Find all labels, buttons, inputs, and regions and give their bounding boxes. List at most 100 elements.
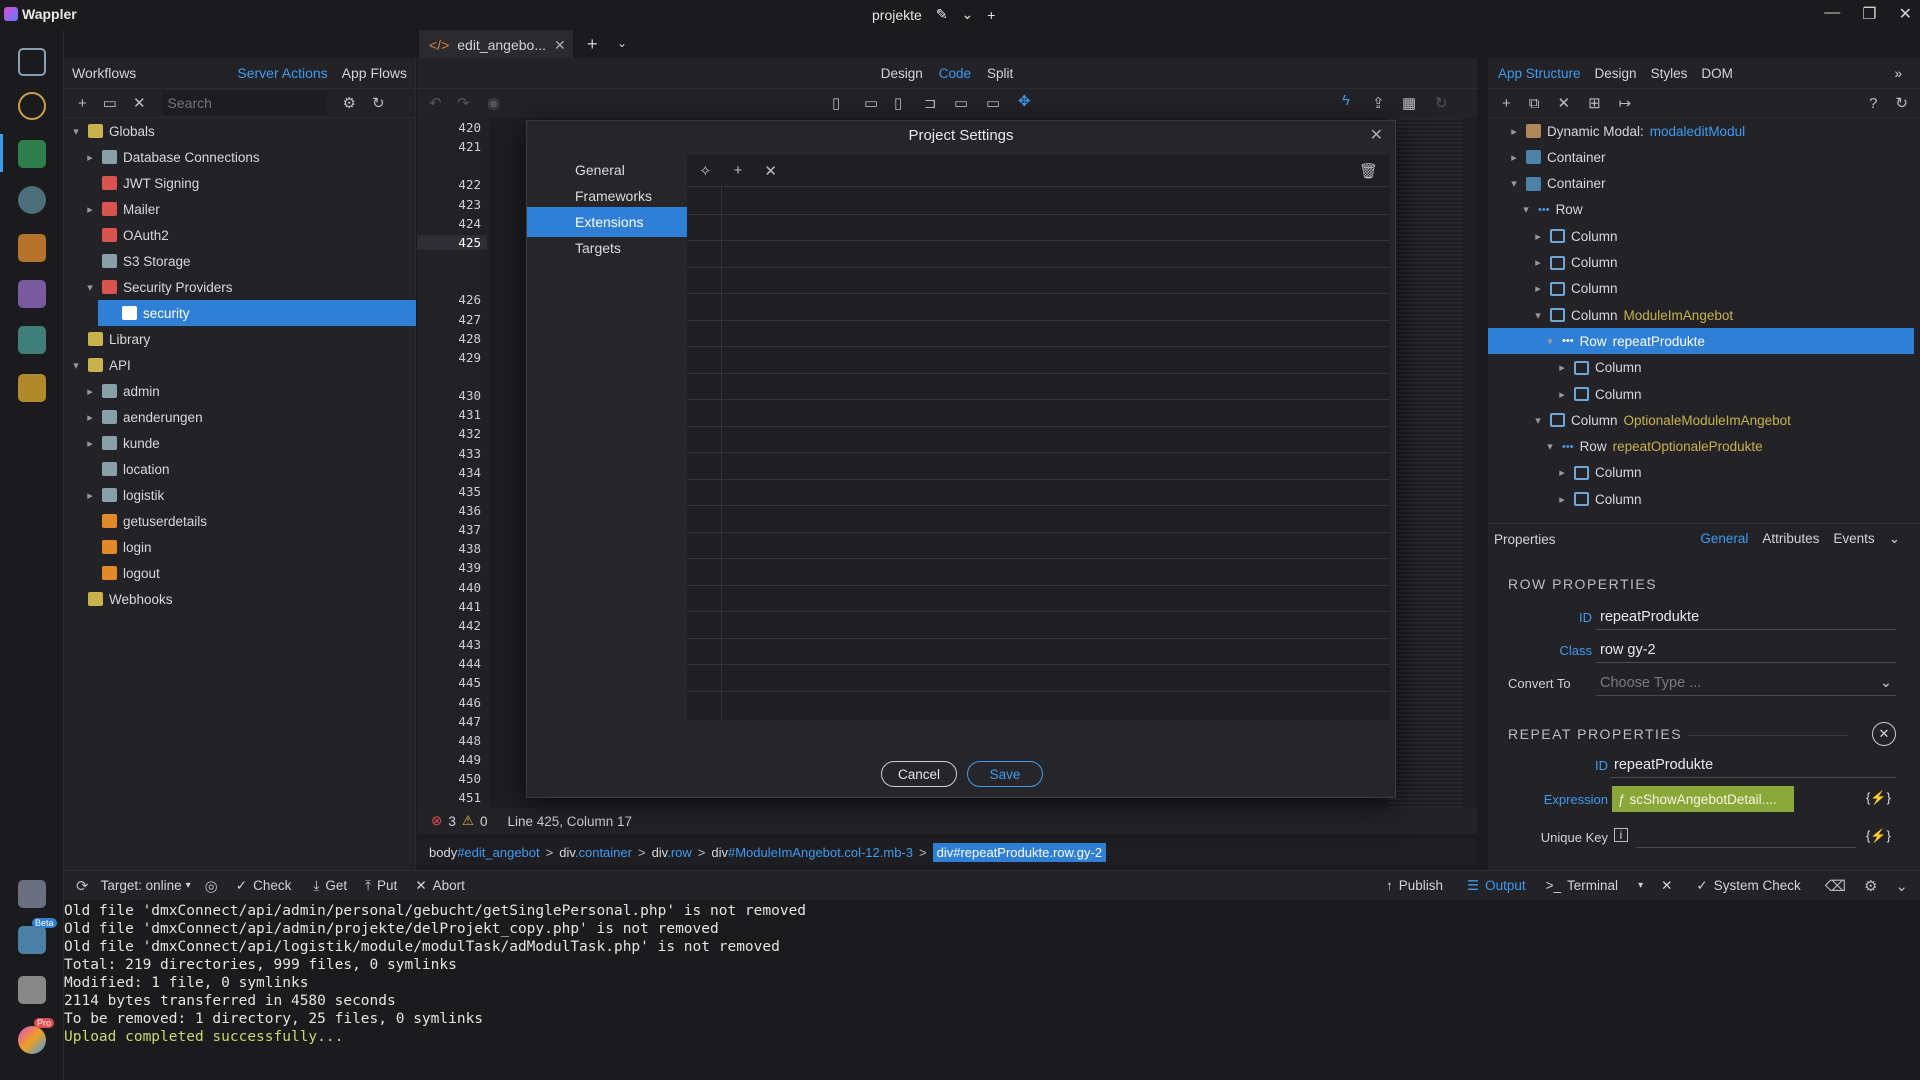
undo-icon[interactable]: ↶ [429, 94, 442, 112]
help-icon[interactable]: ? [1869, 95, 1877, 112]
tab-design[interactable]: Design [1595, 66, 1637, 81]
save-button[interactable]: Save [967, 761, 1043, 787]
tab-dom[interactable]: DOM [1701, 66, 1733, 81]
project-switcher[interactable]: projekte ✎ ⌄ + [872, 6, 995, 23]
tab-events[interactable]: Events [1833, 531, 1874, 547]
chevron-down-icon[interactable]: ⌄ [1889, 531, 1900, 547]
publish-button[interactable]: Publish [1399, 878, 1443, 893]
output-console[interactable]: Old file 'dmxConnect/api/admin/personal/… [64, 900, 1920, 1080]
breadcrumb-item[interactable]: div.container [559, 845, 632, 860]
id-field[interactable]: repeatProdukte [1596, 604, 1896, 630]
structure-tree-item[interactable]: ▸ Column [1488, 381, 1920, 407]
class-field[interactable]: row gy-2 [1596, 637, 1896, 663]
folder-icon[interactable]: ▭ [103, 94, 117, 112]
chevron-down-icon[interactable]: ▾ [1520, 203, 1532, 216]
workflow-tree-item[interactable]: ▾ API [64, 352, 416, 378]
tab-app-structure[interactable]: App Structure [1498, 66, 1581, 81]
pages-icon[interactable] [18, 48, 46, 76]
share-icon[interactable]: ⇪ [1372, 94, 1385, 112]
chevron-right-icon[interactable]: ▸ [1532, 256, 1544, 269]
get-button[interactable]: Get [325, 878, 347, 893]
screenshot-icon[interactable]: ◉ [487, 94, 500, 112]
beta-icon[interactable] [18, 926, 46, 954]
abort-button[interactable]: Abort [433, 878, 465, 893]
structure-tree-item[interactable]: ▸ Column [1488, 223, 1920, 249]
settings-icon[interactable]: ⚙ [343, 94, 356, 112]
breadcrumb-item[interactable]: div#repeatProdukte.row.gy-2 [932, 842, 1107, 862]
add-icon[interactable]: + [78, 95, 87, 112]
device-tablet-icon[interactable]: ▯ [894, 94, 902, 112]
duplicate-icon[interactable]: ⧉ [1529, 95, 1540, 112]
workflow-tree-item[interactable]: ▸ kunde [64, 430, 416, 456]
chevron-down-icon[interactable]: ▾ [70, 359, 82, 372]
project-name[interactable]: projekte [872, 7, 922, 23]
tasks-icon[interactable] [18, 374, 46, 402]
extensions-icon[interactable] [18, 880, 46, 908]
chevron-down-icon[interactable]: ▾ [70, 125, 82, 138]
workflow-tree-item[interactable]: logout [64, 560, 416, 586]
search-input[interactable] [161, 91, 327, 115]
structure-tree-item[interactable]: ▸ Column [1488, 486, 1920, 512]
chevron-right-icon[interactable]: ▸ [1508, 125, 1520, 138]
view-split[interactable]: Split [987, 66, 1013, 81]
chevron-right-icon[interactable]: ▸ [84, 385, 96, 398]
workflow-tree-item[interactable]: S3 Storage [64, 248, 416, 274]
refresh-icon[interactable]: ↻ [372, 94, 385, 112]
cancel-button[interactable]: Cancel [881, 761, 957, 787]
add-extension-icon[interactable]: + [734, 162, 743, 179]
workflow-tree-item[interactable]: location [64, 456, 416, 482]
delete-icon[interactable]: ✕ [133, 94, 146, 112]
magic-wand-icon[interactable]: ✧ [699, 162, 712, 180]
tab-styles[interactable]: Styles [1651, 66, 1688, 81]
tabs-dropdown-icon[interactable]: ⌄ [617, 36, 627, 50]
collapse-panel-icon[interactable]: » [1894, 66, 1902, 81]
structure-tree-item[interactable]: ▸ Column [1488, 250, 1920, 276]
chevron-right-icon[interactable]: ▸ [1556, 361, 1568, 374]
qr-code-icon[interactable]: ▦ [1402, 94, 1416, 112]
workflow-tree-item[interactable]: ▸ aenderungen [64, 404, 416, 430]
tab-app-flows[interactable]: App Flows [342, 65, 407, 81]
workflow-tree-item[interactable]: ▸ admin [64, 378, 416, 404]
assets-icon[interactable] [18, 280, 46, 308]
terminal-tab[interactable]: Terminal [1567, 878, 1618, 893]
device-wide-icon[interactable]: ▭ [986, 94, 1000, 112]
chevron-right-icon[interactable]: ▸ [84, 437, 96, 450]
structure-tree-item[interactable]: ▸ Dynamic Modal: modaleditModul [1488, 118, 1920, 144]
edit-pencil-icon[interactable]: ✎ [936, 6, 948, 23]
chevron-down-icon[interactable]: ▾ [1544, 335, 1556, 348]
check-circle-icon[interactable]: ◎ [205, 877, 218, 895]
workflow-tree-item[interactable]: security [98, 300, 416, 326]
add-project-icon[interactable]: + [987, 7, 995, 23]
device-desktop-icon[interactable]: ▭ [954, 94, 968, 112]
close-tab-icon[interactable]: ✕ [554, 37, 566, 54]
chevron-right-icon[interactable]: ▸ [84, 411, 96, 424]
chevron-down-icon[interactable]: ▾ [84, 281, 96, 294]
output-settings-icon[interactable]: ⚙ [1864, 877, 1877, 895]
structure-tree-item[interactable]: ▾ ••• Row repeatOptionaleProdukte [1488, 434, 1920, 460]
chevron-right-icon[interactable]: ▸ [1532, 282, 1544, 295]
chevron-right-icon[interactable]: ▸ [1556, 388, 1568, 401]
chevron-down-icon[interactable]: ▾ [1544, 440, 1556, 453]
remove-component-icon[interactable]: ✕ [1557, 94, 1570, 112]
remove-extension-icon[interactable]: ✕ [764, 162, 777, 180]
device-phone-landscape-icon[interactable]: ▭ [864, 94, 878, 112]
view-design[interactable]: Design [881, 66, 923, 81]
structure-tree-item[interactable]: ▾ Container [1488, 171, 1920, 197]
chevron-right-icon[interactable]: ▸ [1556, 493, 1568, 506]
breadcrumb-item[interactable]: div.row [652, 845, 692, 860]
tab-attributes[interactable]: Attributes [1762, 531, 1819, 547]
expression-field[interactable]: ƒ scShowAngebotDetail.... [1612, 786, 1794, 812]
structure-tree-item[interactable]: ▾ ••• Row repeatProdukte [1488, 328, 1914, 355]
remove-repeat-icon[interactable]: ✕ [1872, 722, 1896, 746]
workflows-icon[interactable] [18, 140, 46, 168]
data-binding-icon[interactable]: {⚡} [1866, 790, 1891, 806]
chevron-right-icon[interactable]: ▸ [1556, 466, 1568, 479]
workflow-tree-item[interactable]: ▾ Globals [64, 118, 416, 144]
workflow-tree-item[interactable]: JWT Signing [64, 170, 416, 196]
warning-count[interactable]: 0 [480, 814, 488, 829]
chevron-right-icon[interactable]: ▸ [84, 203, 96, 216]
chevron-down-icon[interactable]: ▾ [1532, 414, 1544, 427]
chevron-down-icon[interactable]: ⌄ [962, 6, 974, 23]
put-button[interactable]: Put [377, 878, 397, 893]
trash-icon[interactable]: 🗑 [1359, 162, 1378, 180]
